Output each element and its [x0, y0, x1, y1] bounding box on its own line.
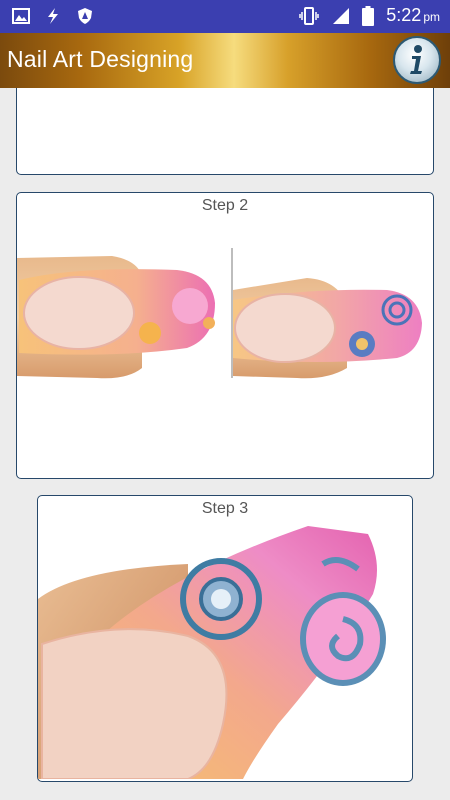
step-card-2: Step 2	[16, 192, 434, 479]
step-label: Step 3	[201, 500, 249, 517]
step-2-image	[17, 248, 422, 379]
status-bar: 5:22 pm	[0, 0, 450, 33]
steps-list[interactable]: Step 2 Step 3	[0, 88, 450, 800]
step-card-3: Step 3	[37, 495, 413, 782]
clock: 5:22 pm	[386, 5, 440, 25]
app-bar: Nail Art Designing	[0, 33, 450, 88]
step-card-1	[16, 88, 434, 175]
step-label: Step 2	[201, 197, 249, 214]
step-3-image	[38, 526, 386, 779]
signal-icon	[333, 7, 350, 24]
battery-icon	[362, 5, 375, 26]
info-button[interactable]	[393, 36, 441, 84]
vibrate-icon	[299, 6, 320, 25]
app-title: Nail Art Designing	[7, 46, 194, 72]
info-icon	[410, 45, 422, 74]
image-icon	[12, 8, 30, 24]
shield-icon	[78, 8, 92, 24]
bolt-icon	[48, 8, 58, 24]
